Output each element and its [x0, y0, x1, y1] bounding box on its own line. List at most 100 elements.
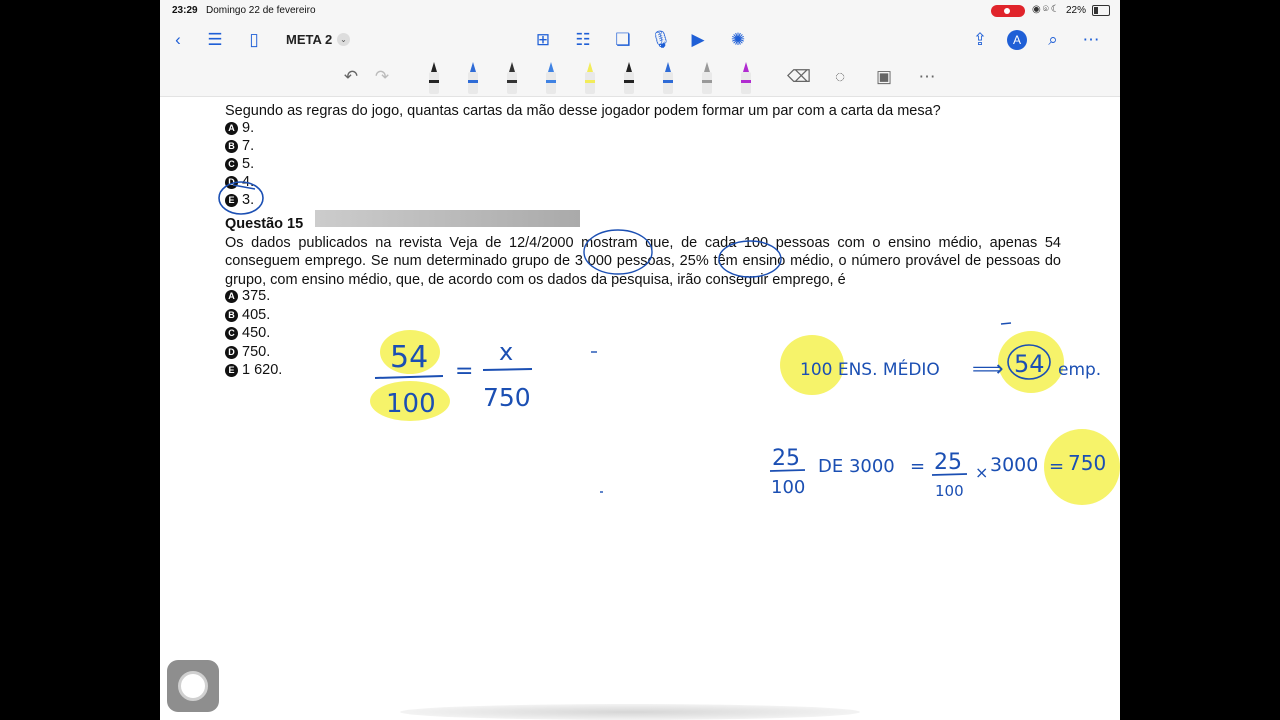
pen-body	[585, 72, 595, 94]
pen-tip	[509, 62, 515, 72]
more-tools-icon[interactable]: ⋯	[916, 66, 938, 90]
option-text: 4.	[242, 174, 255, 190]
option-text: 9.	[242, 120, 255, 136]
option-letter: B	[225, 139, 238, 153]
monoline-pen-icon[interactable]	[624, 62, 634, 94]
pen-body	[741, 72, 751, 94]
fraction-line	[374, 375, 444, 379]
fountain-pen-icon[interactable]	[429, 62, 439, 94]
video-play-icon[interactable]: ▶	[688, 30, 708, 50]
option-text: 750.	[242, 344, 271, 360]
undo-icon[interactable]: ↶	[340, 66, 362, 90]
option-letter: A	[225, 121, 238, 135]
hw-rule-left: 100 ENS. MÉDIO	[800, 358, 940, 380]
option-text: 5.	[242, 156, 255, 172]
fraction-line	[482, 368, 533, 371]
checklist-icon[interactable]: ☷	[573, 30, 593, 50]
option-d[interactable]: D 750.	[225, 343, 270, 361]
microphone-icon[interactable]: 🎙︎	[650, 30, 672, 50]
redo-icon[interactable]: ↷	[371, 66, 393, 90]
pen-body	[507, 72, 517, 94]
option-letter: C	[225, 157, 238, 171]
option-letter: D	[225, 345, 238, 359]
pencil-mode-icon[interactable]: A	[1007, 30, 1027, 50]
pen-tip	[431, 62, 437, 72]
hw-calc-equals: =	[910, 456, 925, 477]
option-c[interactable]: C 450.	[225, 324, 270, 342]
dashed-pen-icon[interactable]	[663, 62, 673, 94]
add-page-icon[interactable]: ⊞	[533, 30, 553, 50]
pen-body	[624, 72, 634, 94]
hw-calc-3000: 3000	[990, 454, 1038, 476]
hw-rule-arrow: ⟹	[972, 357, 1004, 382]
prev-option-d[interactable]: D 4.	[225, 173, 254, 191]
hw-frac2-denominator: 750	[483, 383, 531, 412]
option-a[interactable]: A 375.	[225, 287, 270, 305]
list-icon[interactable]: ☰	[205, 30, 225, 50]
pen-color-band	[468, 80, 478, 83]
hw-calc2-numerator: 25	[934, 450, 962, 475]
search-icon[interactable]: ⌕	[1043, 30, 1063, 50]
eraser-icon[interactable]: ⌫	[787, 66, 811, 90]
status-icons: ◉⌾☾	[1032, 4, 1062, 15]
share-icon[interactable]: ⇪	[970, 30, 990, 50]
hw-frac2-numerator: x	[499, 338, 513, 366]
fraction-line	[931, 473, 968, 476]
hw-rule-right: emp.	[1058, 360, 1101, 380]
watercolor-brush-icon[interactable]	[741, 62, 751, 94]
previous-question-text: Segundo as regras do jogo, quantas carta…	[225, 103, 941, 119]
hw-rule-54: 54	[1014, 350, 1045, 378]
blue-fineliner-icon[interactable]	[546, 62, 556, 94]
highlight-mark	[1044, 429, 1120, 505]
status-time: 23:29	[172, 5, 198, 16]
option-text: 7.	[242, 138, 255, 154]
more-icon[interactable]: ⋯	[1081, 30, 1101, 50]
prev-option-c[interactable]: C 5.	[225, 155, 254, 173]
pen-tip	[704, 62, 710, 72]
black-marker-icon[interactable]	[507, 62, 517, 94]
hw-calc-result: 750	[1068, 451, 1106, 475]
pen-color-band	[663, 80, 673, 83]
battery-icon	[1092, 5, 1110, 16]
chevron-down-icon[interactable]: ⌄	[337, 33, 350, 46]
hw-calc-de: DE 3000	[818, 456, 895, 477]
option-letter: A	[225, 289, 238, 303]
assistive-touch-button[interactable]	[167, 660, 219, 712]
pen-color-band	[624, 80, 634, 83]
screen-recording-indicator[interactable]	[991, 5, 1025, 17]
home-indicator[interactable]	[400, 704, 860, 720]
pen-color-band	[429, 80, 439, 83]
pen-tip	[470, 62, 476, 72]
pen-body	[663, 72, 673, 94]
back-chevron-icon[interactable]: ‹	[168, 30, 188, 50]
pencil-icon[interactable]	[702, 62, 712, 94]
document-title[interactable]: META 2	[286, 32, 332, 47]
highlight-mark	[370, 381, 450, 421]
sidebar-icon[interactable]: ▯	[244, 30, 264, 50]
hw-frac1-numerator: 54	[390, 340, 428, 375]
prev-option-e[interactable]: E 3.	[225, 191, 254, 209]
option-letter: D	[225, 175, 238, 189]
pen-tip	[626, 62, 632, 72]
hw-calc-denominator: 100	[771, 477, 805, 498]
hw-calc-numerator: 25	[772, 446, 800, 471]
hw-equals: =	[455, 359, 473, 384]
ai-assistant-icon[interactable]: ✺	[728, 30, 748, 50]
option-text: 1 620.	[242, 362, 283, 378]
question-title: Questão 15	[225, 216, 304, 232]
option-b[interactable]: B 405.	[225, 306, 270, 324]
highlight-mark	[380, 330, 440, 374]
hw-calc-times: ×	[975, 463, 988, 482]
scroll-icon[interactable]: ❏	[613, 30, 633, 50]
lasso-icon[interactable]: ◌	[829, 66, 851, 90]
blue-pen-icon[interactable]	[468, 62, 478, 94]
prev-option-b[interactable]: B 7.	[225, 137, 254, 155]
option-letter: B	[225, 308, 238, 322]
option-e[interactable]: E 1 620.	[225, 361, 282, 379]
question-text: Os dados publicados na revista Veja de 1…	[225, 235, 1061, 288]
image-icon[interactable]: ▣	[873, 66, 895, 90]
pen-body	[468, 72, 478, 94]
status-date: Domingo 22 de fevereiro	[206, 5, 316, 16]
yellow-highlighter-icon[interactable]	[585, 62, 595, 94]
prev-option-a[interactable]: A 9.	[225, 119, 254, 137]
